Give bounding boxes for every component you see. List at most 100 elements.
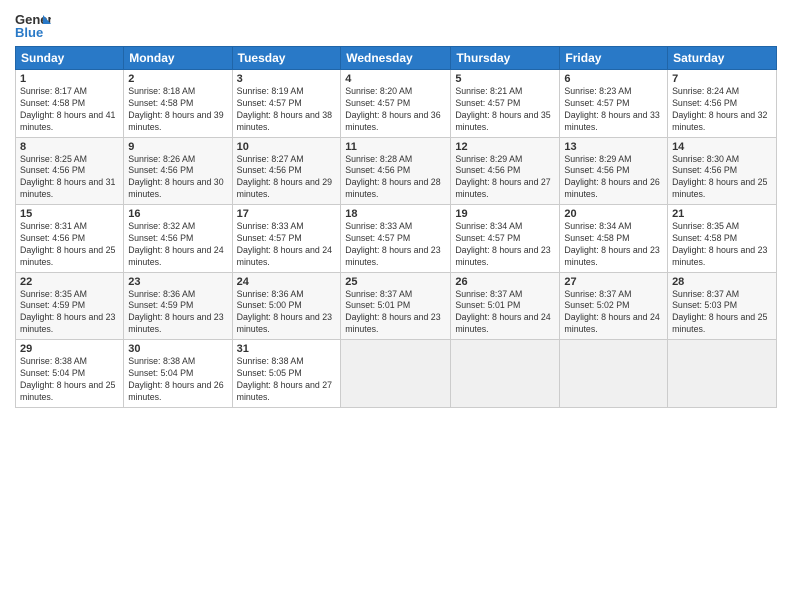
calendar-cell: 4 Sunrise: 8:20 AMSunset: 4:57 PMDayligh… [341,70,451,138]
day-number: 5 [455,73,555,85]
day-info: Sunrise: 8:35 AMSunset: 4:59 PMDaylight:… [20,289,119,337]
calendar-cell: 24 Sunrise: 8:36 AMSunset: 5:00 PMDaylig… [232,272,341,340]
day-number: 25 [345,276,446,288]
day-info: Sunrise: 8:35 AMSunset: 4:58 PMDaylight:… [672,221,772,269]
day-header-saturday: Saturday [668,47,777,70]
day-info: Sunrise: 8:37 AMSunset: 5:01 PMDaylight:… [455,289,555,337]
day-number: 28 [672,276,772,288]
day-number: 4 [345,73,446,85]
calendar-cell: 2 Sunrise: 8:18 AMSunset: 4:58 PMDayligh… [124,70,232,138]
day-number: 13 [564,141,663,153]
day-number: 16 [128,208,227,220]
day-header-friday: Friday [560,47,668,70]
day-info: Sunrise: 8:38 AMSunset: 5:05 PMDaylight:… [237,356,337,404]
day-number: 23 [128,276,227,288]
day-number: 14 [672,141,772,153]
day-number: 18 [345,208,446,220]
calendar-cell: 25 Sunrise: 8:37 AMSunset: 5:01 PMDaylig… [341,272,451,340]
day-info: Sunrise: 8:31 AMSunset: 4:56 PMDaylight:… [20,221,119,269]
day-number: 27 [564,276,663,288]
day-number: 8 [20,141,119,153]
day-info: Sunrise: 8:28 AMSunset: 4:56 PMDaylight:… [345,154,446,202]
logo: General Blue [15,10,51,40]
day-info: Sunrise: 8:29 AMSunset: 4:56 PMDaylight:… [564,154,663,202]
day-number: 19 [455,208,555,220]
day-info: Sunrise: 8:20 AMSunset: 4:57 PMDaylight:… [345,86,446,134]
calendar: SundayMondayTuesdayWednesdayThursdayFrid… [15,46,777,408]
day-info: Sunrise: 8:18 AMSunset: 4:58 PMDaylight:… [128,86,227,134]
day-info: Sunrise: 8:19 AMSunset: 4:57 PMDaylight:… [237,86,337,134]
day-number: 31 [237,343,337,355]
day-info: Sunrise: 8:38 AMSunset: 5:04 PMDaylight:… [20,356,119,404]
calendar-cell: 31 Sunrise: 8:38 AMSunset: 5:05 PMDaylig… [232,340,341,408]
day-info: Sunrise: 8:23 AMSunset: 4:57 PMDaylight:… [564,86,663,134]
calendar-cell [560,340,668,408]
day-number: 3 [237,73,337,85]
calendar-cell: 11 Sunrise: 8:28 AMSunset: 4:56 PMDaylig… [341,137,451,205]
logo-icon: General Blue [15,10,51,40]
day-header-sunday: Sunday [16,47,124,70]
calendar-cell: 10 Sunrise: 8:27 AMSunset: 4:56 PMDaylig… [232,137,341,205]
day-number: 10 [237,141,337,153]
calendar-header-row: SundayMondayTuesdayWednesdayThursdayFrid… [16,47,777,70]
day-header-monday: Monday [124,47,232,70]
day-number: 26 [455,276,555,288]
day-info: Sunrise: 8:32 AMSunset: 4:56 PMDaylight:… [128,221,227,269]
calendar-week-row: 8 Sunrise: 8:25 AMSunset: 4:56 PMDayligh… [16,137,777,205]
calendar-cell: 29 Sunrise: 8:38 AMSunset: 5:04 PMDaylig… [16,340,124,408]
calendar-cell [341,340,451,408]
day-number: 17 [237,208,337,220]
day-header-tuesday: Tuesday [232,47,341,70]
calendar-cell: 14 Sunrise: 8:30 AMSunset: 4:56 PMDaylig… [668,137,777,205]
day-info: Sunrise: 8:24 AMSunset: 4:56 PMDaylight:… [672,86,772,134]
day-info: Sunrise: 8:36 AMSunset: 5:00 PMDaylight:… [237,289,337,337]
day-info: Sunrise: 8:37 AMSunset: 5:01 PMDaylight:… [345,289,446,337]
calendar-cell: 27 Sunrise: 8:37 AMSunset: 5:02 PMDaylig… [560,272,668,340]
day-number: 21 [672,208,772,220]
day-info: Sunrise: 8:38 AMSunset: 5:04 PMDaylight:… [128,356,227,404]
calendar-cell: 5 Sunrise: 8:21 AMSunset: 4:57 PMDayligh… [451,70,560,138]
calendar-week-row: 1 Sunrise: 8:17 AMSunset: 4:58 PMDayligh… [16,70,777,138]
calendar-cell: 30 Sunrise: 8:38 AMSunset: 5:04 PMDaylig… [124,340,232,408]
calendar-cell: 21 Sunrise: 8:35 AMSunset: 4:58 PMDaylig… [668,205,777,273]
calendar-cell: 3 Sunrise: 8:19 AMSunset: 4:57 PMDayligh… [232,70,341,138]
calendar-cell: 26 Sunrise: 8:37 AMSunset: 5:01 PMDaylig… [451,272,560,340]
calendar-cell [451,340,560,408]
svg-text:Blue: Blue [15,25,43,40]
calendar-cell: 17 Sunrise: 8:33 AMSunset: 4:57 PMDaylig… [232,205,341,273]
calendar-cell [668,340,777,408]
day-info: Sunrise: 8:29 AMSunset: 4:56 PMDaylight:… [455,154,555,202]
day-header-wednesday: Wednesday [341,47,451,70]
day-info: Sunrise: 8:34 AMSunset: 4:58 PMDaylight:… [564,221,663,269]
day-info: Sunrise: 8:37 AMSunset: 5:03 PMDaylight:… [672,289,772,337]
calendar-cell: 9 Sunrise: 8:26 AMSunset: 4:56 PMDayligh… [124,137,232,205]
calendar-cell: 23 Sunrise: 8:36 AMSunset: 4:59 PMDaylig… [124,272,232,340]
day-info: Sunrise: 8:27 AMSunset: 4:56 PMDaylight:… [237,154,337,202]
day-info: Sunrise: 8:21 AMSunset: 4:57 PMDaylight:… [455,86,555,134]
calendar-cell: 7 Sunrise: 8:24 AMSunset: 4:56 PMDayligh… [668,70,777,138]
day-number: 6 [564,73,663,85]
day-number: 29 [20,343,119,355]
day-number: 11 [345,141,446,153]
day-number: 12 [455,141,555,153]
calendar-cell: 15 Sunrise: 8:31 AMSunset: 4:56 PMDaylig… [16,205,124,273]
day-info: Sunrise: 8:25 AMSunset: 4:56 PMDaylight:… [20,154,119,202]
calendar-cell: 12 Sunrise: 8:29 AMSunset: 4:56 PMDaylig… [451,137,560,205]
day-number: 15 [20,208,119,220]
day-header-thursday: Thursday [451,47,560,70]
day-number: 20 [564,208,663,220]
day-info: Sunrise: 8:33 AMSunset: 4:57 PMDaylight:… [237,221,337,269]
day-number: 1 [20,73,119,85]
day-number: 24 [237,276,337,288]
calendar-week-row: 22 Sunrise: 8:35 AMSunset: 4:59 PMDaylig… [16,272,777,340]
day-number: 2 [128,73,227,85]
day-info: Sunrise: 8:26 AMSunset: 4:56 PMDaylight:… [128,154,227,202]
calendar-cell: 13 Sunrise: 8:29 AMSunset: 4:56 PMDaylig… [560,137,668,205]
day-number: 22 [20,276,119,288]
day-info: Sunrise: 8:33 AMSunset: 4:57 PMDaylight:… [345,221,446,269]
calendar-cell: 20 Sunrise: 8:34 AMSunset: 4:58 PMDaylig… [560,205,668,273]
calendar-cell: 22 Sunrise: 8:35 AMSunset: 4:59 PMDaylig… [16,272,124,340]
day-number: 9 [128,141,227,153]
calendar-cell: 6 Sunrise: 8:23 AMSunset: 4:57 PMDayligh… [560,70,668,138]
day-number: 7 [672,73,772,85]
